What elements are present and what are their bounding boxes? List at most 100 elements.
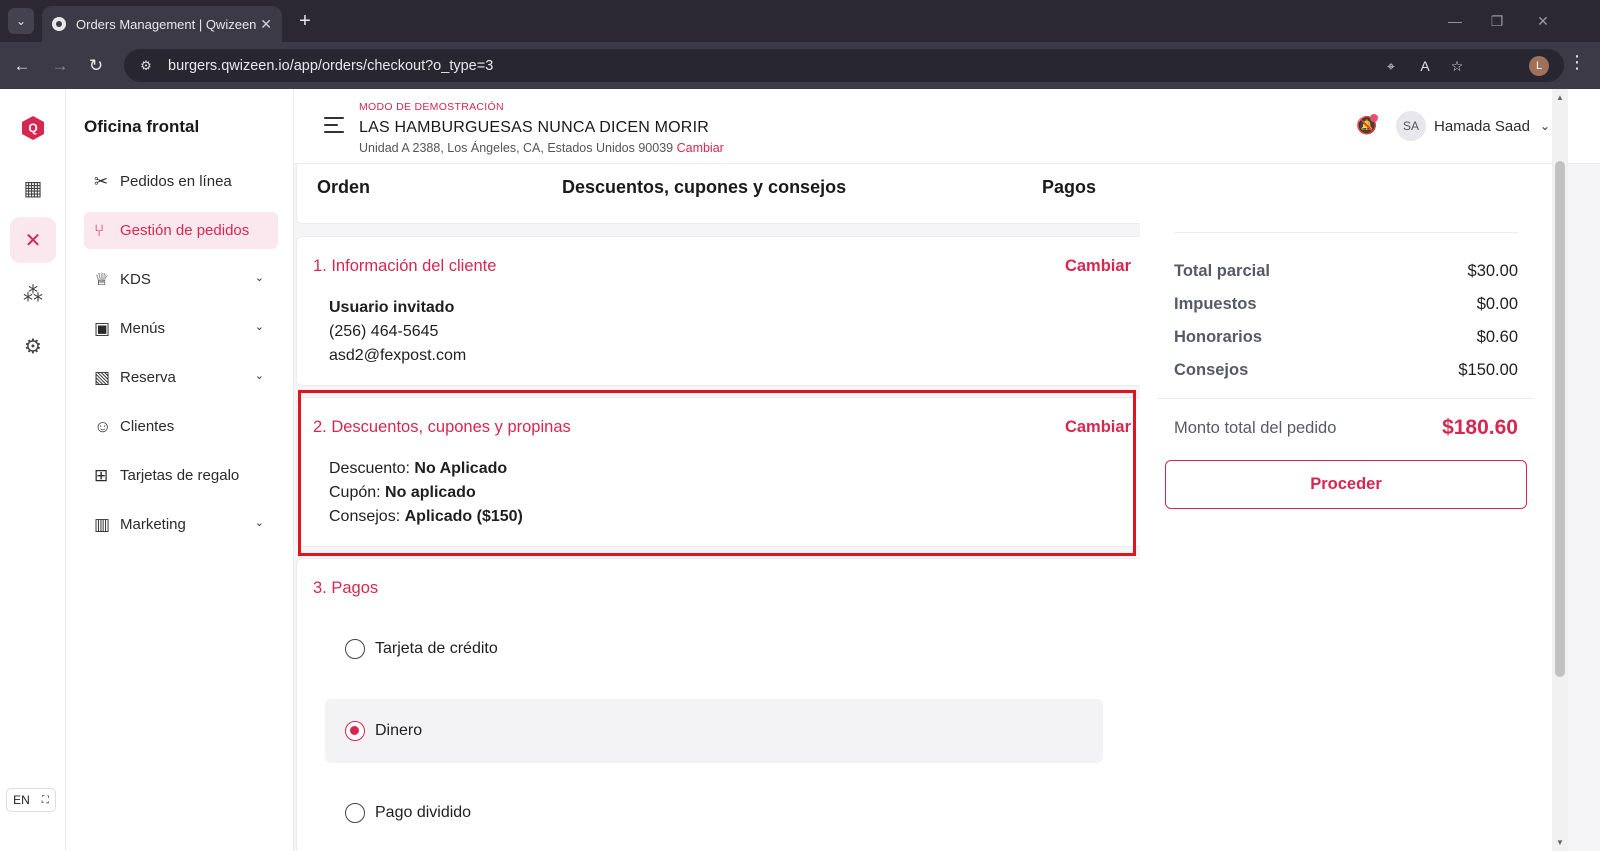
qwizeen-logo[interactable]: Q bbox=[22, 116, 44, 140]
chevron-down-icon: ⌄ bbox=[254, 517, 264, 529]
page-scrollbar[interactable]: ▲ ▼ bbox=[1552, 89, 1568, 851]
coupon-line: Cupón: No aplicado bbox=[329, 484, 476, 502]
customer-info-card: 1. Información del cliente Cambiar Usuar… bbox=[296, 236, 1148, 386]
orders-icon[interactable]: ✕ bbox=[10, 217, 56, 263]
sidebar-item-label: Marketing bbox=[120, 516, 186, 533]
fees-row: Honorarios $0.60 bbox=[1174, 328, 1518, 347]
sidebar-item-gift-cards[interactable]: ⊞ Tarjetas de regalo bbox=[84, 457, 278, 494]
taxes-row: Impuestos $0.00 bbox=[1174, 295, 1518, 314]
change-location-link[interactable]: Cambiar bbox=[677, 141, 724, 155]
restore-icon[interactable]: ❐ bbox=[1484, 8, 1510, 34]
url-text: burgers.qwizeen.io/app/orders/checkout?o… bbox=[168, 57, 494, 74]
discount-line: Descuento: No Aplicado bbox=[329, 460, 507, 478]
restaurant-address: Unidad A 2388, Los Ángeles, CA, Estados … bbox=[359, 141, 724, 155]
language-switcher[interactable]: EN ⛶ bbox=[6, 788, 56, 812]
translate-icon[interactable]: A bbox=[1414, 55, 1436, 77]
radio-button-selected[interactable] bbox=[345, 721, 365, 741]
reload-icon[interactable]: ↻ bbox=[82, 52, 110, 80]
browser-tab[interactable]: Orders Management | Qwizeen ✕ bbox=[42, 6, 282, 42]
sidebar-item-marketing[interactable]: ▥ Marketing ⌄ bbox=[84, 506, 278, 543]
notifications-off-icon[interactable]: 🔕 bbox=[1356, 114, 1382, 136]
taxes-value: $0.00 bbox=[1476, 295, 1518, 313]
browser-menu-icon[interactable]: ⋮ bbox=[1568, 52, 1586, 73]
sidebar-item-label: Reserva bbox=[120, 369, 176, 386]
hamburger-menu-icon[interactable] bbox=[324, 117, 344, 133]
chevron-down-icon[interactable]: ⌄ bbox=[1540, 119, 1550, 133]
sidebar-item-menus[interactable]: ▣ Menús ⌄ bbox=[84, 310, 278, 347]
checkout-steps: Orden Descuentos, cupones y consejos Pag… bbox=[296, 164, 1148, 224]
close-window-icon[interactable]: ✕ bbox=[1530, 8, 1556, 34]
expand-icon: ⛶ bbox=[41, 794, 49, 806]
close-tab-icon[interactable]: ✕ bbox=[260, 16, 272, 33]
step-payments[interactable]: Pagos bbox=[1042, 177, 1096, 198]
org-chart-icon[interactable]: ⁂ bbox=[10, 271, 56, 317]
total-value: $180.60 bbox=[1442, 416, 1518, 439]
chevron-down-icon: ⌄ bbox=[254, 370, 264, 382]
radio-button[interactable] bbox=[345, 639, 365, 659]
sidebar-item-order-management[interactable]: ⑂ Gestión de pedidos bbox=[84, 212, 278, 249]
total-row: Monto total del pedido $180.60 bbox=[1174, 416, 1518, 440]
discounts-card: 2. Descuentos, cupones y propinas Cambia… bbox=[296, 397, 1148, 547]
notification-dot bbox=[1370, 114, 1379, 122]
tips-label: Consejos: bbox=[329, 508, 401, 525]
site-settings-icon[interactable]: ⚙ bbox=[134, 58, 158, 74]
coupon-value: No aplicado bbox=[385, 484, 476, 501]
utensils-icon: ✂ bbox=[94, 171, 109, 191]
taxes-label: Impuestos bbox=[1174, 295, 1257, 313]
discount-label: Descuento: bbox=[329, 460, 410, 477]
customer-email: asd2@fexpost.com bbox=[329, 347, 467, 364]
settings-gear-icon[interactable]: ⚙ bbox=[10, 323, 56, 369]
location-off-icon[interactable]: ⌖ bbox=[1380, 55, 1402, 77]
sidebar-item-reservations[interactable]: ▧ Reserva ⌄ bbox=[84, 359, 278, 396]
scroll-down-icon[interactable]: ▼ bbox=[1556, 838, 1564, 847]
back-icon[interactable]: ← bbox=[8, 52, 36, 80]
restaurant-name: LAS HAMBURGUESAS NUNCA DICEN MORIR bbox=[359, 119, 709, 136]
address-text: Unidad A 2388, Los Ángeles, CA, Estados … bbox=[359, 141, 674, 155]
minimize-icon[interactable]: — bbox=[1442, 8, 1468, 34]
bookmark-star-icon[interactable]: ☆ bbox=[1446, 55, 1468, 77]
tab-search-button[interactable]: ⌄ bbox=[8, 8, 34, 34]
radio-button[interactable] bbox=[345, 803, 365, 823]
address-bar[interactable]: ⚙ burgers.qwizeen.io/app/orders/checkout… bbox=[124, 49, 1564, 82]
sidebar-item-online-orders[interactable]: ✂ Pedidos en línea bbox=[84, 163, 278, 200]
payments-section-title: 3. Pagos bbox=[313, 579, 379, 597]
payment-option-credit-card[interactable]: Tarjeta de crédito bbox=[325, 617, 1103, 681]
customer-section-title: 1. Información del cliente bbox=[313, 257, 497, 275]
scrollbar-thumb[interactable] bbox=[1555, 161, 1565, 677]
gift-icon: ⊞ bbox=[94, 465, 109, 485]
user-name[interactable]: Hamada Saad bbox=[1434, 118, 1530, 135]
payment-option-label: Tarjeta de crédito bbox=[375, 640, 498, 657]
fees-label: Honorarios bbox=[1174, 328, 1263, 346]
grid-icon: ▣ bbox=[94, 318, 111, 338]
step-discounts[interactable]: Descuentos, cupones y consejos bbox=[562, 177, 846, 198]
sidebar-item-customers[interactable]: ☺ Clientes bbox=[84, 408, 278, 445]
change-discounts-button[interactable]: Cambiar bbox=[1065, 418, 1131, 437]
subtotal-row: Total parcial $30.00 bbox=[1174, 262, 1518, 281]
bar-chart-icon: ▥ bbox=[94, 514, 111, 534]
payment-option-cash[interactable]: Dinero bbox=[325, 699, 1103, 763]
profile-avatar[interactable]: L bbox=[1529, 56, 1549, 76]
demo-mode-label: MODO DE DEMOSTRACIÓN bbox=[359, 101, 504, 113]
language-label: EN bbox=[13, 793, 30, 807]
forward-icon[interactable]: → bbox=[46, 52, 74, 80]
browser-tab-bar: ⌄ Orders Management | Qwizeen ✕ + — ❐ ✕ bbox=[0, 0, 1600, 42]
users-icon: ☺ bbox=[94, 416, 112, 436]
dashboard-icon[interactable]: ▦ bbox=[10, 165, 56, 211]
sidebar-item-kds[interactable]: ♕ KDS ⌄ bbox=[84, 261, 278, 298]
sidebar-heading: Oficina frontal bbox=[84, 117, 200, 136]
sidebar-item-label: KDS bbox=[120, 271, 151, 288]
chevron-down-icon: ⌄ bbox=[254, 272, 264, 284]
chevron-down-icon: ⌄ bbox=[254, 321, 264, 333]
new-tab-button[interactable]: + bbox=[292, 8, 318, 34]
app-header: MODO DE DEMOSTRACIÓN LAS HAMBURGUESAS NU… bbox=[294, 89, 1600, 164]
step-order[interactable]: Orden bbox=[317, 177, 370, 198]
payment-option-split[interactable]: Pago dividido bbox=[325, 781, 1103, 845]
change-customer-button[interactable]: Cambiar bbox=[1065, 257, 1131, 276]
proceed-button[interactable]: Proceder bbox=[1165, 460, 1527, 509]
chef-hat-icon: ♕ bbox=[94, 269, 110, 289]
sidebar-item-label: Clientes bbox=[120, 418, 175, 435]
sidebar-item-label: Menús bbox=[120, 320, 166, 337]
user-avatar[interactable]: SA bbox=[1396, 111, 1427, 141]
scroll-up-icon[interactable]: ▲ bbox=[1556, 93, 1564, 102]
sidebar-item-label: Pedidos en línea bbox=[120, 173, 232, 190]
